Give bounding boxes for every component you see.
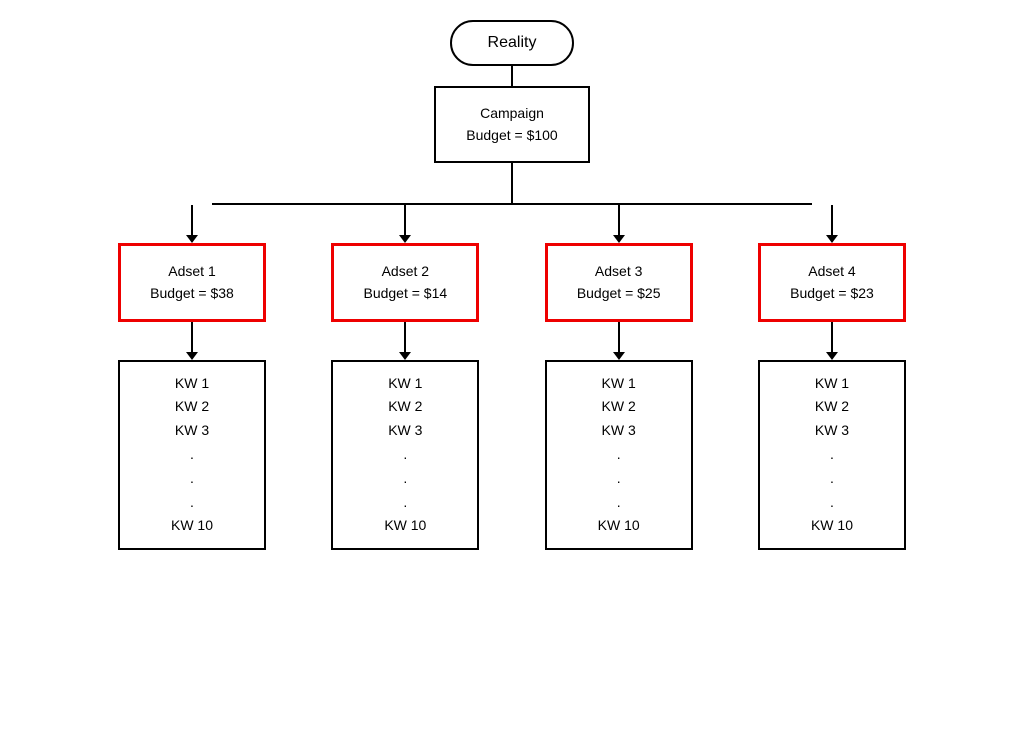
adset4-line1: Adset 4: [777, 260, 887, 282]
adset-node-3: Adset 3 Budget = $25: [545, 243, 693, 322]
kw3-item3: KW 3: [561, 419, 677, 443]
horizontal-branch-line: [112, 203, 912, 205]
kw2-dot1: .: [347, 443, 463, 467]
adset3-line1: Adset 3: [564, 260, 674, 282]
adset1-line1: Adset 1: [137, 260, 247, 282]
kw4-dot3: .: [774, 491, 890, 515]
connector-reality-campaign: [511, 66, 513, 86]
connector-campaign-to-hline: [511, 163, 513, 203]
arrow-to-adset1: [186, 205, 198, 243]
reality-label: Reality: [488, 34, 537, 51]
kw2-dot2: .: [347, 467, 463, 491]
kw-node-2: KW 1 KW 2 KW 3 . . . KW 10: [331, 360, 479, 551]
kw4-item2: KW 2: [774, 395, 890, 419]
arrow-to-kw2: [399, 322, 411, 360]
kw3-item2: KW 2: [561, 395, 677, 419]
kw4-item1: KW 1: [774, 372, 890, 396]
kw-node-3: KW 1 KW 2 KW 3 . . . KW 10: [545, 360, 693, 551]
adsets-row: Adset 1 Budget = $38 KW 1 KW 2 KW 3 . . …: [112, 205, 912, 550]
kw3-dot1: .: [561, 443, 677, 467]
kw4-item3: KW 3: [774, 419, 890, 443]
kw-node-1: KW 1 KW 2 KW 3 . . . KW 10: [118, 360, 266, 551]
adset-col-2: Adset 2 Budget = $14 KW 1 KW 2 KW 3 . . …: [325, 205, 485, 550]
arrow-to-adset3: [613, 205, 625, 243]
kw1-item2: KW 2: [134, 395, 250, 419]
arrow-to-kw3: [613, 322, 625, 360]
diagram: Reality Campaign Budget = $100 Adset 1: [0, 10, 1024, 560]
kw-node-4: KW 1 KW 2 KW 3 . . . KW 10: [758, 360, 906, 551]
kw1-item10: KW 10: [134, 514, 250, 538]
kw4-dot2: .: [774, 467, 890, 491]
arrow-to-kw4: [826, 322, 838, 360]
adset-node-1: Adset 1 Budget = $38: [118, 243, 266, 322]
kw4-item10: KW 10: [774, 514, 890, 538]
adset-col-3: Adset 3 Budget = $25 KW 1 KW 2 KW 3 . . …: [539, 205, 699, 550]
kw2-item2: KW 2: [347, 395, 463, 419]
kw3-dot3: .: [561, 491, 677, 515]
kw2-item10: KW 10: [347, 514, 463, 538]
kw4-dot1: .: [774, 443, 890, 467]
arrow-to-adset2: [399, 205, 411, 243]
kw2-dot3: .: [347, 491, 463, 515]
kw1-dot2: .: [134, 467, 250, 491]
adset-col-1: Adset 1 Budget = $38 KW 1 KW 2 KW 3 . . …: [112, 205, 272, 550]
kw1-item1: KW 1: [134, 372, 250, 396]
adset4-line2: Budget = $23: [777, 282, 887, 304]
campaign-node: Campaign Budget = $100: [434, 86, 589, 163]
reality-node: Reality: [450, 20, 575, 66]
adset2-line2: Budget = $14: [350, 282, 460, 304]
kw1-dot1: .: [134, 443, 250, 467]
kw2-item3: KW 3: [347, 419, 463, 443]
kw3-item10: KW 10: [561, 514, 677, 538]
arrow-to-adset4: [826, 205, 838, 243]
adset1-line2: Budget = $38: [137, 282, 247, 304]
kw1-dot3: .: [134, 491, 250, 515]
kw1-item3: KW 3: [134, 419, 250, 443]
kw2-item1: KW 1: [347, 372, 463, 396]
kw3-item1: KW 1: [561, 372, 677, 396]
arrow-to-kw1: [186, 322, 198, 360]
adset-node-4: Adset 4 Budget = $23: [758, 243, 906, 322]
kw3-dot2: .: [561, 467, 677, 491]
campaign-line1: Campaign: [466, 102, 557, 124]
adset2-line1: Adset 2: [350, 260, 460, 282]
adset-col-4: Adset 4 Budget = $23 KW 1 KW 2 KW 3 . . …: [752, 205, 912, 550]
campaign-line2: Budget = $100: [466, 124, 557, 146]
adset-node-2: Adset 2 Budget = $14: [331, 243, 479, 322]
adset3-line2: Budget = $25: [564, 282, 674, 304]
